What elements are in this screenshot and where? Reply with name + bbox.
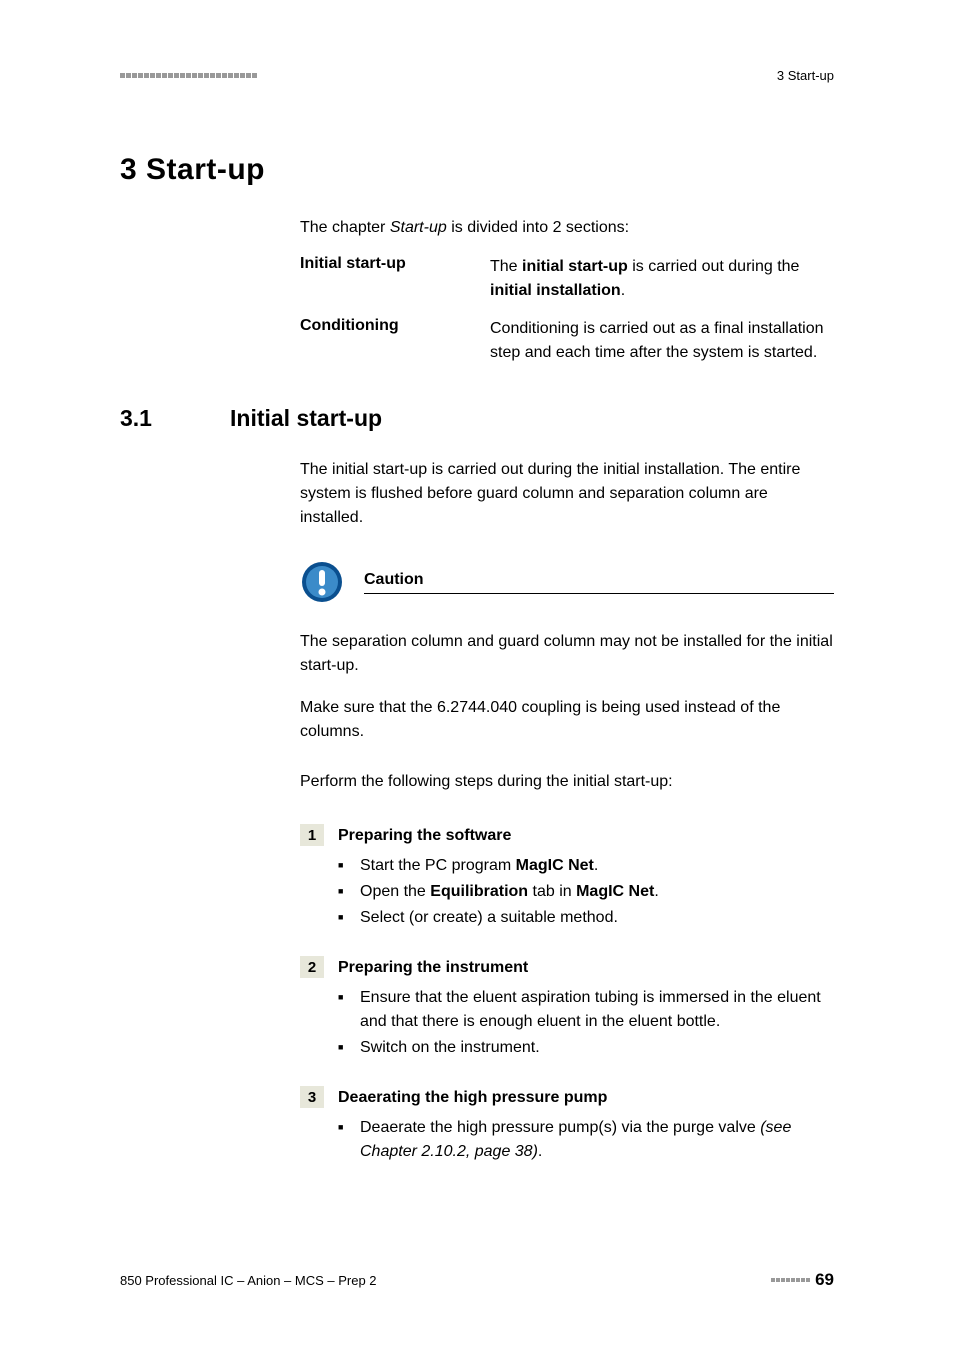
step-bullet-list: Deaerate the high pressure pump(s) via t… (338, 1116, 834, 1164)
text-fragment: . (654, 883, 658, 900)
step-block: 3 Deaerating the high pressure pump Deae… (300, 1086, 834, 1164)
step-block: 2 Preparing the instrument Ensure that t… (300, 956, 834, 1060)
step-header: 3 Deaerating the high pressure pump (300, 1086, 834, 1108)
step-number: 3 (300, 1086, 324, 1108)
caution-header: Caution (300, 560, 834, 604)
text-fragment: . (538, 1143, 542, 1160)
section-title: Initial start-up (230, 405, 382, 432)
definition-row: Initial start-up The initial start-up is… (300, 255, 834, 303)
caution-block: Caution The separation column and guard … (300, 560, 834, 744)
page-footer: 850 Professional IC – Anion – MCS – Prep… (120, 1270, 834, 1290)
bold-text: initial installation (490, 282, 621, 299)
definition-description: Conditioning is carried out as a final i… (490, 317, 834, 365)
bold-text: Equilibration (430, 883, 528, 900)
step-number: 2 (300, 956, 324, 978)
step-header: 1 Preparing the software (300, 824, 834, 846)
step-header: 2 Preparing the instrument (300, 956, 834, 978)
definition-list: Initial start-up The initial start-up is… (300, 255, 834, 365)
caution-label: Caution (364, 571, 424, 588)
definition-row: Conditioning Conditioning is carried out… (300, 317, 834, 365)
footer-doc-title: 850 Professional IC – Anion – MCS – Prep… (120, 1273, 377, 1288)
header-chapter-label: 3 Start-up (777, 68, 834, 83)
caution-paragraph: Make sure that the 6.2744.040 coupling i… (300, 696, 834, 744)
text-fragment: Deaerate the high pressure pump(s) via t… (360, 1119, 760, 1136)
text-fragment: is carried out during the (628, 258, 800, 275)
text-fragment: tab in (528, 883, 576, 900)
step-title: Preparing the instrument (338, 959, 528, 977)
text-fragment: Open the (360, 883, 430, 900)
footer-tick-marks (771, 1278, 811, 1282)
list-item: Ensure that the eluent aspiration tubing… (338, 986, 834, 1034)
caution-label-wrap: Caution (364, 571, 834, 594)
perform-steps-text: Perform the following steps during the i… (300, 770, 834, 794)
text-fragment: Start the PC program (360, 857, 516, 874)
definition-term: Conditioning (300, 317, 490, 365)
list-item: Open the Equilibration tab in MagIC Net. (338, 880, 834, 904)
text-fragment: . (594, 857, 598, 874)
bold-text: MagIC Net (516, 857, 594, 874)
definition-term: Initial start-up (300, 255, 490, 303)
caution-paragraph: The separation column and guard column m… (300, 630, 834, 678)
list-item: Start the PC program MagIC Net. (338, 854, 834, 878)
footer-right: 69 (771, 1270, 834, 1290)
text-fragment: The (490, 258, 522, 275)
bold-text: MagIC Net (576, 883, 654, 900)
step-block: 1 Preparing the software Start the PC pr… (300, 824, 834, 930)
step-title: Deaerating the high pressure pump (338, 1089, 607, 1107)
bold-text: initial start-up (522, 258, 628, 275)
list-item: Deaerate the high pressure pump(s) via t… (338, 1116, 834, 1164)
page-number: 69 (815, 1270, 834, 1290)
caution-icon (300, 560, 344, 604)
section-body-text: The initial start-up is carried out duri… (300, 458, 834, 530)
header-tick-marks (120, 73, 258, 78)
section-number: 3.1 (120, 405, 230, 432)
list-item: Switch on the instrument. (338, 1036, 834, 1060)
text-fragment: . (621, 282, 625, 299)
page-header: 3 Start-up (120, 68, 834, 83)
step-title: Preparing the software (338, 827, 511, 845)
step-number: 1 (300, 824, 324, 846)
definition-description: The initial start-up is carried out duri… (490, 255, 834, 303)
list-item: Select (or create) a suitable method. (338, 906, 834, 930)
intro-text: The chapter Start-up is divided into 2 s… (300, 217, 834, 239)
step-bullet-list: Start the PC program MagIC Net. Open the… (338, 854, 834, 930)
chapter-title: 3 Start-up (120, 153, 834, 187)
step-bullet-list: Ensure that the eluent aspiration tubing… (338, 986, 834, 1060)
section-heading: 3.1 Initial start-up (120, 405, 834, 432)
